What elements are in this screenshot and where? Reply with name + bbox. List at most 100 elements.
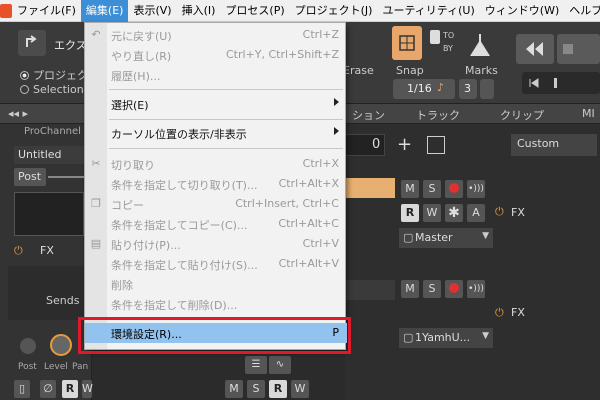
tab-clip[interactable]: クリップ bbox=[500, 107, 544, 123]
menu-edit[interactable]: 編集(E) bbox=[80, 0, 129, 22]
custom-select[interactable]: Custom bbox=[511, 134, 597, 156]
menu-copy-label: コピー bbox=[111, 199, 144, 212]
export-button[interactable] bbox=[18, 30, 46, 56]
menu-insert[interactable]: 挿入(I) bbox=[177, 0, 221, 22]
collapse-arrows-icon[interactable]: ◂◂ ▸ bbox=[8, 107, 28, 120]
menu-copy-special[interactable]: 条件を指定してコピー(C)... Ctrl+Alt+C bbox=[85, 214, 347, 234]
marks-button[interactable] bbox=[462, 28, 498, 62]
track2-solo-button[interactable]: S bbox=[423, 280, 441, 298]
menu-delete-special[interactable]: 条件を指定して削除(D)... bbox=[85, 294, 347, 314]
menu-redo[interactable]: やり直し(R) Ctrl+Y, Ctrl+Shift+Z bbox=[85, 45, 347, 65]
menu-file[interactable]: ファイル(F) bbox=[12, 0, 81, 22]
menu-separator bbox=[109, 89, 343, 90]
power-icon[interactable]: ⏻ bbox=[14, 244, 23, 258]
tab-midi[interactable]: MI bbox=[582, 107, 595, 120]
track-area: 0 + Custom M S •))) R W ✱ A ⏻ FX ▢ Maste… bbox=[225, 124, 600, 400]
menu-cut-special[interactable]: 条件を指定して切り取り(T)... Ctrl+Alt+X bbox=[85, 174, 347, 194]
app-icon bbox=[0, 0, 12, 22]
submenu-arrow-icon bbox=[334, 127, 339, 135]
menu-separator bbox=[109, 148, 343, 149]
level-knob[interactable] bbox=[50, 334, 72, 356]
bottom-mute-button[interactable]: M bbox=[225, 380, 243, 398]
track1-read-button[interactable]: R bbox=[401, 204, 419, 222]
track1-archive-button[interactable]: A bbox=[467, 204, 485, 222]
track2-fx-label: FX bbox=[511, 306, 525, 319]
lines-icon[interactable]: ☰ bbox=[245, 356, 267, 374]
menu-select-label: 選択(E) bbox=[111, 99, 149, 112]
write-button[interactable]: W bbox=[82, 380, 93, 398]
menu-paste-shortcut: Ctrl+V bbox=[302, 237, 339, 250]
post-label: Post bbox=[18, 170, 42, 183]
read-write-icon[interactable]: ▯ bbox=[14, 380, 30, 398]
menu-project[interactable]: プロジェクト(J) bbox=[290, 0, 378, 22]
snap-value-field[interactable]: 1/16 ♪ bbox=[393, 79, 455, 99]
menu-undo-label: 元に戻す(U) bbox=[111, 30, 172, 43]
bottom-read-button[interactable]: R bbox=[269, 380, 287, 398]
selection-radio[interactable]: Selection bbox=[20, 83, 84, 96]
add-track-icon[interactable]: + bbox=[397, 134, 415, 156]
phase-icon[interactable]: ∅ bbox=[40, 380, 56, 398]
marks-dot-button[interactable] bbox=[480, 79, 494, 99]
menu-copy[interactable]: ❐ コピー Ctrl+Insert, Ctrl+C bbox=[85, 194, 347, 214]
menu-paste-special[interactable]: 条件を指定して貼り付け(S)... Ctrl+Alt+V bbox=[85, 254, 347, 274]
menu-separator bbox=[109, 119, 343, 120]
eq-display bbox=[14, 192, 84, 236]
post-button[interactable]: Post bbox=[14, 168, 46, 186]
menu-paste-special-label: 条件を指定して貼り付け(S)... bbox=[111, 259, 258, 272]
menu-delete[interactable]: 削除 bbox=[85, 274, 347, 294]
post-knob[interactable] bbox=[20, 338, 36, 354]
track2-monitor-button[interactable]: •))) bbox=[467, 280, 485, 298]
post-slider[interactable] bbox=[48, 176, 84, 178]
track2-mute-button[interactable]: M bbox=[401, 280, 419, 298]
menu-paste[interactable]: ▤ 貼り付け(P)... Ctrl+V bbox=[85, 234, 347, 254]
snap-button[interactable] bbox=[392, 26, 422, 60]
menu-cut[interactable]: ✂ 切り取り Ctrl+X bbox=[85, 154, 347, 174]
zoom-field[interactable]: 0 bbox=[345, 134, 385, 156]
track2-output-select[interactable]: ▢ 1YamhU... ▼ bbox=[399, 328, 493, 348]
menu-cut-label: 切り取り bbox=[111, 159, 155, 172]
to-toggle[interactable] bbox=[430, 30, 440, 44]
track1-write-button[interactable]: W bbox=[423, 204, 441, 222]
menu-history[interactable]: 履歴(H)... bbox=[85, 65, 347, 85]
timeline-slider[interactable] bbox=[522, 72, 600, 94]
bottom-write-button[interactable]: W bbox=[291, 380, 309, 398]
track1-mute-button[interactable]: M bbox=[401, 180, 419, 198]
add-folder-icon[interactable] bbox=[427, 136, 445, 154]
track1-record-button[interactable] bbox=[445, 180, 463, 198]
stop-button[interactable] bbox=[557, 34, 600, 64]
track1-output-select[interactable]: ▢ Master ▼ bbox=[399, 228, 493, 248]
bottom-solo-button[interactable]: S bbox=[247, 380, 265, 398]
track2-name-field[interactable] bbox=[345, 280, 395, 300]
track1-solo-button[interactable]: S bbox=[423, 180, 441, 198]
menu-window[interactable]: ウィンドウ(W) bbox=[480, 0, 564, 22]
copy-icon: ❐ bbox=[91, 197, 101, 210]
snap-label: Snap bbox=[396, 64, 424, 77]
track1-fx-power-icon[interactable]: ⏻ bbox=[495, 205, 504, 219]
tab-section[interactable]: ション bbox=[352, 107, 385, 123]
zoom-value: 0 bbox=[372, 137, 381, 152]
track1-asterisk-icon[interactable]: ✱ bbox=[445, 204, 463, 222]
track1-monitor-button[interactable]: •))) bbox=[467, 180, 485, 198]
erase-label: Erase bbox=[343, 64, 374, 77]
tab-track[interactable]: トラック bbox=[416, 107, 460, 123]
menu-select[interactable]: 選択(E) bbox=[85, 94, 347, 114]
automation-icon[interactable]: ∿ bbox=[269, 356, 291, 374]
menu-cursor-toggle[interactable]: カーソル位置の表示/非表示 bbox=[85, 123, 347, 143]
menu-process[interactable]: プロセス(P) bbox=[220, 0, 289, 22]
paste-icon: ▤ bbox=[90, 237, 102, 250]
stop-icon bbox=[563, 44, 573, 54]
track1-name-field[interactable] bbox=[345, 178, 395, 198]
menu-view[interactable]: 表示(V) bbox=[128, 0, 176, 22]
menu-undo[interactable]: ↶ 元に戻す(U) Ctrl+Z bbox=[85, 25, 347, 45]
menu-utility[interactable]: ユーティリティ(U) bbox=[377, 0, 479, 22]
menu-copy-special-label: 条件を指定してコピー(C)... bbox=[111, 219, 248, 232]
track2-fx-power-icon[interactable]: ⏻ bbox=[495, 306, 504, 320]
output-icon: ▢ bbox=[403, 231, 414, 244]
marks-value-field[interactable]: 3 bbox=[459, 79, 477, 99]
track2-output-label: 1YamhU... bbox=[415, 331, 471, 344]
read-button[interactable]: R bbox=[62, 380, 78, 398]
track2-record-button[interactable] bbox=[445, 280, 463, 298]
menu-help[interactable]: ヘルプ(H) bbox=[564, 0, 600, 22]
rewind-button[interactable] bbox=[516, 34, 554, 64]
untitled-field[interactable]: Untitled bbox=[14, 146, 84, 164]
